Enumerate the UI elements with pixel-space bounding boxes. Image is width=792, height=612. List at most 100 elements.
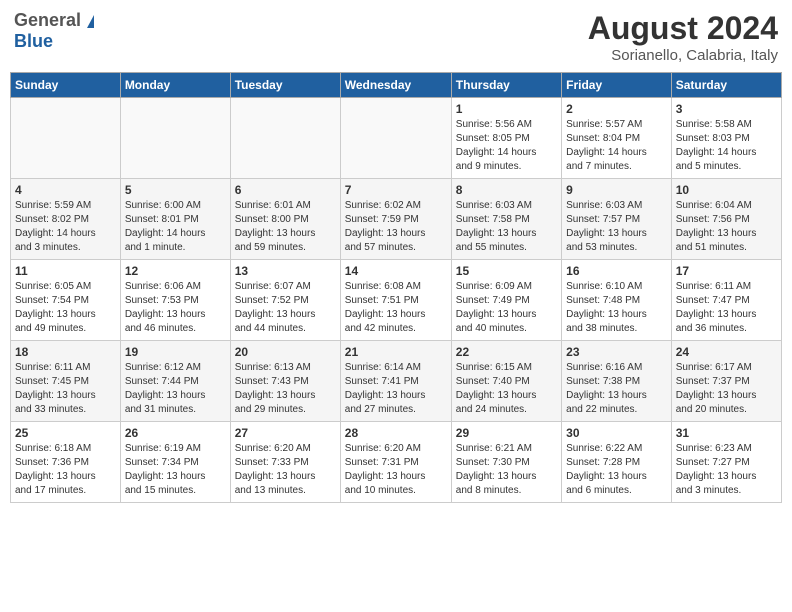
calendar-cell: 22Sunrise: 6:15 AMSunset: 7:40 PMDayligh…: [451, 341, 561, 422]
day-info: Sunrise: 6:11 AMSunset: 7:45 PMDaylight:…: [15, 361, 116, 417]
day-info: Sunrise: 6:06 AMSunset: 7:53 PMDaylight:…: [125, 280, 226, 336]
calendar-cell: 9Sunrise: 6:03 AMSunset: 7:57 PMDaylight…: [562, 179, 672, 260]
day-info: Sunrise: 6:17 AMSunset: 7:37 PMDaylight:…: [676, 361, 777, 417]
day-number: 14: [345, 264, 447, 278]
day-number: 23: [566, 345, 667, 359]
day-info: Sunrise: 6:05 AMSunset: 7:54 PMDaylight:…: [15, 280, 116, 336]
calendar-header-tuesday: Tuesday: [230, 73, 340, 98]
calendar-cell: 30Sunrise: 6:22 AMSunset: 7:28 PMDayligh…: [562, 422, 672, 503]
day-number: 10: [676, 183, 777, 197]
calendar-cell: [340, 98, 451, 179]
calendar-cell: 16 Sunrise: 6:10 AMSunset: 7:48 PMDayligh…: [562, 260, 672, 341]
day-info: Sunrise: 6:18 AMSunset: 7:36 PMDaylight:…: [15, 442, 116, 498]
day-number: 11: [15, 264, 116, 278]
calendar-cell: 20 Sunrise: 6:13 AMSunset: 7:43 PMDayligh…: [230, 341, 340, 422]
day-number: 31: [676, 426, 777, 440]
calendar-cell: 26 Sunrise: 6:19 AMSunset: 7:34 PMDayligh…: [120, 422, 230, 503]
day-number: 9: [566, 183, 667, 197]
day-info: Sunrise: 6:12 AMSunset: 7:44 PMDaylight:…: [125, 361, 226, 417]
calendar-week-row: 25 Sunrise: 6:18 AMSunset: 7:36 PMDayligh…: [11, 422, 782, 503]
day-number: 12: [125, 264, 226, 278]
calendar-cell: 31Sunrise: 6:23 AMSunset: 7:27 PMDayligh…: [671, 422, 781, 503]
calendar-header-friday: Friday: [562, 73, 672, 98]
page-title: August 2024: [588, 10, 778, 47]
calendar-week-row: 1Sunrise: 5:56 AMSunset: 8:05 PMDaylight…: [11, 98, 782, 179]
calendar-cell: 21 Sunrise: 6:14 AMSunset: 7:41 PMDayligh…: [340, 341, 451, 422]
calendar-week-row: 11 Sunrise: 6:05 AMSunset: 7:54 PMDayligh…: [11, 260, 782, 341]
day-number: 8: [456, 183, 557, 197]
calendar-cell: 15 Sunrise: 6:09 AMSunset: 7:49 PMDayligh…: [451, 260, 561, 341]
day-number: 2: [566, 102, 667, 116]
day-info: Sunrise: 5:59 AMSunset: 8:02 PMDaylight:…: [15, 199, 116, 255]
day-number: 24: [676, 345, 777, 359]
day-number: 27: [235, 426, 336, 440]
day-info: Sunrise: 6:01 AMSunset: 8:00 PMDaylight:…: [235, 199, 336, 255]
calendar-cell: 8 Sunrise: 6:03 AMSunset: 7:58 PMDaylight…: [451, 179, 561, 260]
calendar-cell: 5 Sunrise: 6:00 AMSunset: 8:01 PMDaylight…: [120, 179, 230, 260]
day-number: 4: [15, 183, 116, 197]
day-number: 29: [456, 426, 557, 440]
calendar-cell: 19 Sunrise: 6:12 AMSunset: 7:44 PMDayligh…: [120, 341, 230, 422]
logo: General Blue: [14, 10, 94, 52]
calendar-cell: [230, 98, 340, 179]
day-info: Sunrise: 6:02 AMSunset: 7:59 PMDaylight:…: [345, 199, 447, 255]
calendar-cell: 3 Sunrise: 5:58 AMSunset: 8:03 PMDaylight…: [671, 98, 781, 179]
calendar-cell: 27 Sunrise: 6:20 AMSunset: 7:33 PMDayligh…: [230, 422, 340, 503]
calendar-cell: [120, 98, 230, 179]
day-info: Sunrise: 6:04 AMSunset: 7:56 PMDaylight:…: [676, 199, 777, 255]
day-info: Sunrise: 6:08 AMSunset: 7:51 PMDaylight:…: [345, 280, 447, 336]
calendar-cell: 6 Sunrise: 6:01 AMSunset: 8:00 PMDaylight…: [230, 179, 340, 260]
day-number: 21: [345, 345, 447, 359]
day-number: 16: [566, 264, 667, 278]
day-info: Sunrise: 6:07 AMSunset: 7:52 PMDaylight:…: [235, 280, 336, 336]
day-info: Sunrise: 6:21 AMSunset: 7:30 PMDaylight:…: [456, 442, 557, 498]
day-info: Sunrise: 6:09 AMSunset: 7:49 PMDaylight:…: [456, 280, 557, 336]
calendar-header-saturday: Saturday: [671, 73, 781, 98]
day-number: 15: [456, 264, 557, 278]
day-info: Sunrise: 6:20 AMSunset: 7:31 PMDaylight:…: [345, 442, 447, 498]
title-area: August 2024 Sorianello, Calabria, Italy: [588, 10, 778, 64]
day-number: 1: [456, 102, 557, 116]
calendar-cell: 29 Sunrise: 6:21 AMSunset: 7:30 PMDayligh…: [451, 422, 561, 503]
day-info: Sunrise: 6:22 AMSunset: 7:28 PMDaylight:…: [566, 442, 667, 498]
calendar-cell: 14 Sunrise: 6:08 AMSunset: 7:51 PMDayligh…: [340, 260, 451, 341]
day-info: Sunrise: 6:19 AMSunset: 7:34 PMDaylight:…: [125, 442, 226, 498]
calendar-cell: 18 Sunrise: 6:11 AMSunset: 7:45 PMDayligh…: [11, 341, 121, 422]
day-number: 19: [125, 345, 226, 359]
calendar-cell: [11, 98, 121, 179]
day-info: Sunrise: 6:00 AMSunset: 8:01 PMDaylight:…: [125, 199, 226, 255]
day-info: Sunrise: 6:14 AMSunset: 7:41 PMDaylight:…: [345, 361, 447, 417]
day-info: Sunrise: 6:15 AMSunset: 7:40 PMDaylight:…: [456, 361, 557, 417]
calendar-cell: 24 Sunrise: 6:17 AMSunset: 7:37 PMDayligh…: [671, 341, 781, 422]
calendar-cell: 4 Sunrise: 5:59 AMSunset: 8:02 PMDaylight…: [11, 179, 121, 260]
day-number: 25: [15, 426, 116, 440]
calendar-table: SundayMondayTuesdayWednesdayThursdayFrid…: [10, 72, 782, 503]
day-info: Sunrise: 6:03 AMSunset: 7:58 PMDaylight:…: [456, 199, 557, 255]
page-header: General Blue August 2024 Sorianello, Cal…: [10, 10, 782, 64]
day-number: 20: [235, 345, 336, 359]
calendar-cell: 7 Sunrise: 6:02 AMSunset: 7:59 PMDaylight…: [340, 179, 451, 260]
logo-triangle-icon: [87, 15, 94, 28]
day-info: Sunrise: 6:13 AMSunset: 7:43 PMDaylight:…: [235, 361, 336, 417]
calendar-cell: 17Sunrise: 6:11 AMSunset: 7:47 PMDayligh…: [671, 260, 781, 341]
day-number: 13: [235, 264, 336, 278]
calendar-header-monday: Monday: [120, 73, 230, 98]
day-info: Sunrise: 6:11 AMSunset: 7:47 PMDaylight:…: [676, 280, 777, 336]
calendar-cell: 13 Sunrise: 6:07 AMSunset: 7:52 PMDayligh…: [230, 260, 340, 341]
day-number: 5: [125, 183, 226, 197]
day-info: Sunrise: 5:57 AMSunset: 8:04 PMDaylight:…: [566, 118, 667, 174]
day-number: 26: [125, 426, 226, 440]
day-number: 7: [345, 183, 447, 197]
calendar-week-row: 4 Sunrise: 5:59 AMSunset: 8:02 PMDaylight…: [11, 179, 782, 260]
day-info: Sunrise: 6:20 AMSunset: 7:33 PMDaylight:…: [235, 442, 336, 498]
day-number: 6: [235, 183, 336, 197]
calendar-cell: 12 Sunrise: 6:06 AMSunset: 7:53 PMDayligh…: [120, 260, 230, 341]
day-number: 3: [676, 102, 777, 116]
day-info: Sunrise: 5:58 AMSunset: 8:03 PMDaylight:…: [676, 118, 777, 174]
day-number: 18: [15, 345, 116, 359]
calendar-cell: 28 Sunrise: 6:20 AMSunset: 7:31 PMDayligh…: [340, 422, 451, 503]
calendar-week-row: 18 Sunrise: 6:11 AMSunset: 7:45 PMDayligh…: [11, 341, 782, 422]
calendar-cell: 10 Sunrise: 6:04 AMSunset: 7:56 PMDayligh…: [671, 179, 781, 260]
day-info: Sunrise: 6:10 AMSunset: 7:48 PMDaylight:…: [566, 280, 667, 336]
day-number: 28: [345, 426, 447, 440]
